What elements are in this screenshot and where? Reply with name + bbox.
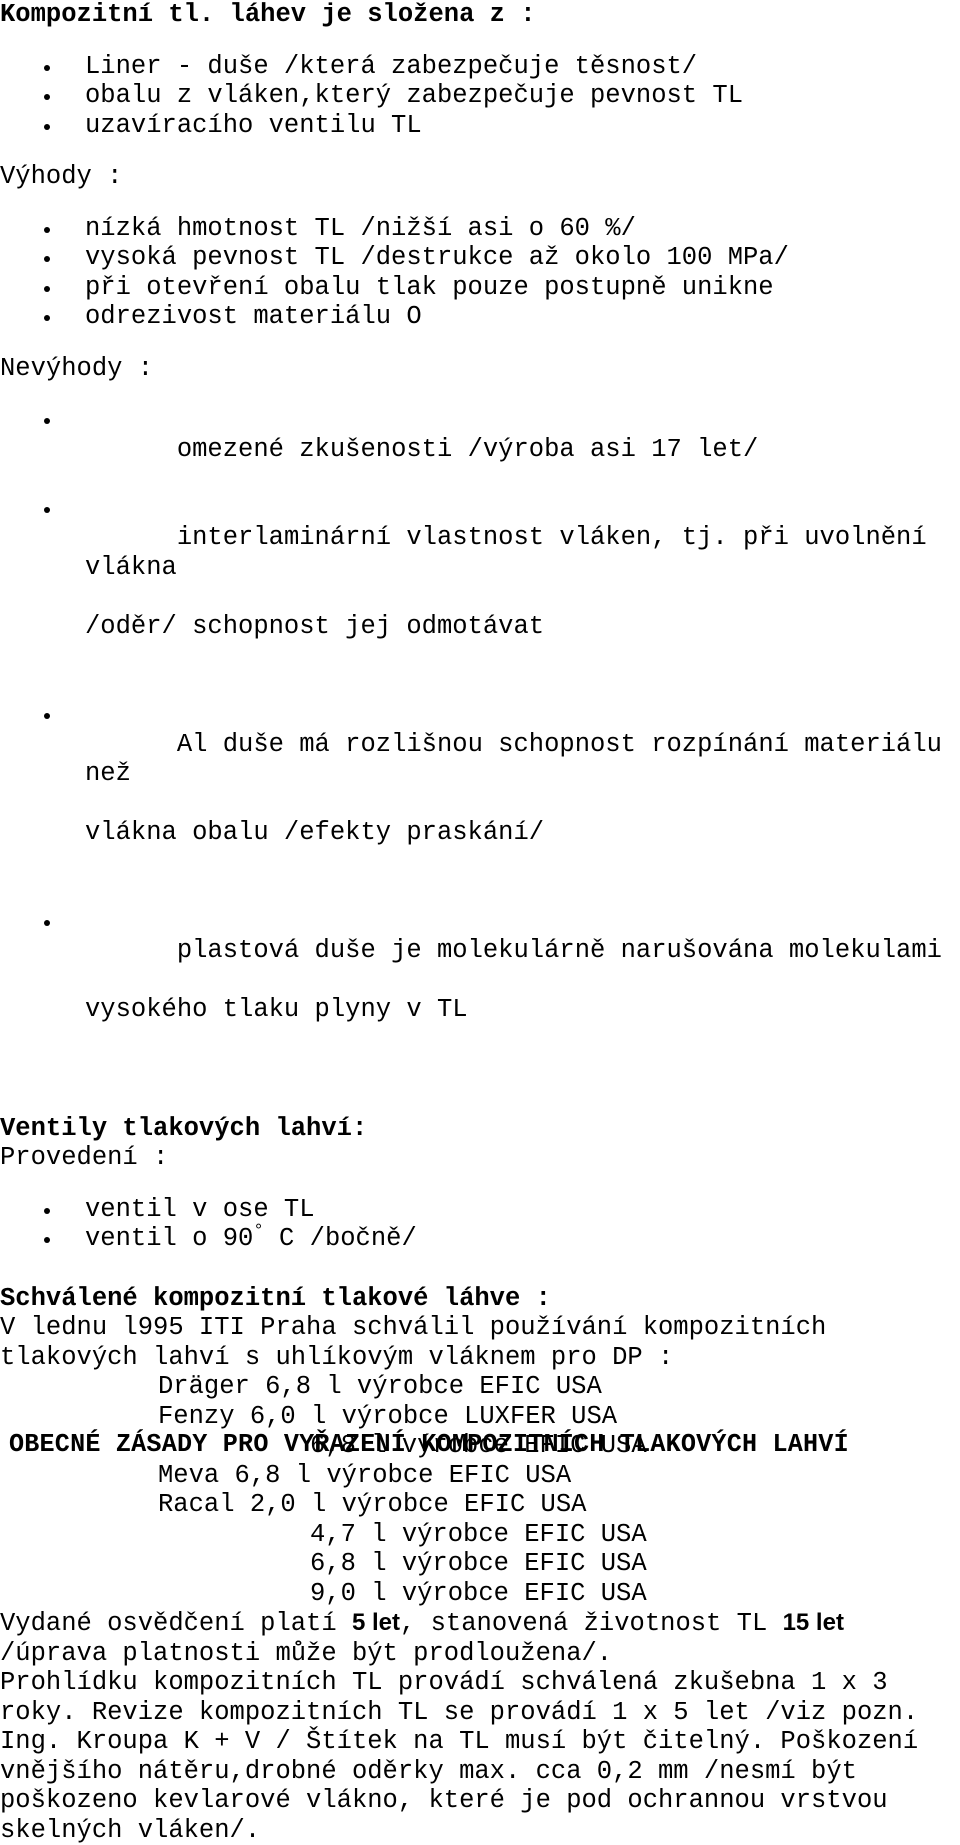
valves-heading: Ventily tlakových lahví: (0, 1114, 960, 1144)
list-item: vysoká pevnost TL /destrukce až okolo 10… (0, 243, 960, 273)
list-item-text: Liner - duše /která zabezpečuje těsnost/ (85, 52, 697, 81)
approved-heading: Schválené kompozitní tlakové láhve : (0, 1284, 960, 1314)
validity-line-3: Prohlídku kompozitních TL provádí schvál… (0, 1668, 960, 1698)
spacer (0, 1173, 960, 1195)
list-item: Al duše má rozlišnou schopnost rozpínání… (0, 700, 960, 907)
spacer (0, 192, 960, 214)
advantages-list: nízká hmotnost TL /nižší asi o 60 %/ vys… (0, 214, 960, 332)
list-item: plastová duše je molekulárně narušována … (0, 907, 960, 1084)
table-row: 9,0 l výrobce EFIC USA (0, 1579, 960, 1609)
advantages-heading: Výhody : (0, 162, 960, 192)
list-item-text-cont: /oděr/ schopnost jej odmotávat (85, 612, 960, 642)
bottle-entry: Meva 6,8 l výrobce EFIC USA (0, 1461, 571, 1490)
approved-intro-line-2: tlakových lahví s uhlíkovým vláknem pro … (0, 1343, 960, 1373)
spacer (0, 30, 960, 52)
list-item-text: Al duše má rozlišnou schopnost rozpínání… (85, 730, 957, 789)
bottle-entry: Fenzy 6,0 l výrobce LUXFER USA (0, 1402, 617, 1431)
validity-line-1: Vydané osvědčení platí 5 let, stanovená … (0, 1608, 960, 1639)
list-item: Liner - duše /která zabezpečuje těsnost/ (0, 52, 960, 82)
validity-line-8: skelných vláken/. (0, 1816, 960, 1845)
list-item-text: obalu z vláken,který zabezpečuje pevnost… (85, 81, 743, 110)
list-item-text: nízká hmotnost TL /nižší asi o 60 %/ (85, 214, 636, 243)
spacer (0, 1254, 960, 1284)
approved-intro-line-1: V lednu l995 ITI Praha schválil používán… (0, 1313, 960, 1343)
spacer (0, 1084, 960, 1114)
table-row: Fenzy 6,0 l výrobce LUXFER USA (0, 1402, 960, 1432)
validity-line-5: Ing. Kroupa K + V / Štítek na TL musí bý… (0, 1727, 960, 1757)
list-item-text: plastová duše je molekulárně narušována … (177, 936, 942, 965)
degree-symbol: ° (253, 1223, 263, 1242)
validity-line-6: vnějšího nátěru,drobné oděrky max. cca 0… (0, 1757, 960, 1787)
table-row: Dräger 6,8 l výrobce EFIC USA (0, 1372, 960, 1402)
list-item-text-cont: vlákna obalu /efekty praskání/ (85, 818, 960, 848)
document-page: Kompozitní tl. láhev je složena z : Line… (0, 0, 960, 1463)
list-item-text: ventil o 90° C /bočně/ (85, 1224, 417, 1253)
bottle-entry: 9,0 l výrobce EFIC USA (0, 1579, 647, 1608)
table-row: Racal 2,0 l výrobce EFIC USA (0, 1490, 960, 1520)
list-item-text: interlaminární vlastnost vláken, tj. při… (85, 523, 942, 582)
table-row: Meva 6,8 l výrobce EFIC USA (0, 1461, 960, 1491)
list-item: při otevření obalu tlak pouze postupně u… (0, 273, 960, 303)
bottle-entry: Racal 2,0 l výrobce EFIC USA (0, 1490, 586, 1519)
bottle-entry: 4,7 l výrobce EFIC USA (0, 1520, 647, 1549)
list-item-text: odrezivost materiálu O (85, 302, 422, 331)
validity-text-b: , stanovená životnost TL (400, 1609, 783, 1638)
list-item-text: vysoká pevnost TL /destrukce až okolo 10… (85, 243, 789, 272)
validity-line-4: roky. Revize kompozitních TL se provádí … (0, 1698, 960, 1728)
validity-line-7: poškozeno kevlarové vlákno, které je pod… (0, 1786, 960, 1816)
final-section-heading: OBECNÉ ZÁSADY PRO VYŘAZENÍ KOMPOZITNÍCH … (9, 1430, 849, 1459)
validity-paragraph: Vydané osvědčení platí 5 let, stanovená … (0, 1608, 960, 1845)
disadvantages-heading: Nevýhody : (0, 354, 960, 384)
list-item: odrezivost materiálu O (0, 302, 960, 332)
bottle-entry: Dräger 6,8 l výrobce EFIC USA (0, 1372, 602, 1401)
list-item: ventil v ose TL (0, 1195, 960, 1225)
valve-degree-prefix: ventil o 90 (85, 1224, 253, 1253)
valves-subheading: Provedení : (0, 1143, 960, 1173)
list-item: omezené zkušenosti /výroba asi 17 let/ (0, 405, 960, 494)
valves-list: ventil v ose TL ventil o 90° C /bočně/ (0, 1195, 960, 1254)
validity-line-2: /úprava platnosti může být prodloužena/. (0, 1639, 960, 1669)
spacer (0, 140, 960, 162)
list-item: ventil o 90° C /bočně/ (0, 1224, 960, 1254)
approved-bottle-table: Dräger 6,8 l výrobce EFIC USA Fenzy 6,0 … (0, 1372, 960, 1608)
list-item-text: při otevření obalu tlak pouze postupně u… (85, 273, 774, 302)
table-row: 6,8 l výrobce EFIC USA (0, 1549, 960, 1579)
spacer (0, 332, 960, 354)
disadvantages-list: omezené zkušenosti /výroba asi 17 let/ i… (0, 405, 960, 1084)
list-item: nízká hmotnost TL /nižší asi o 60 %/ (0, 214, 960, 244)
list-item-text: omezené zkušenosti /výroba asi 17 let/ (177, 435, 759, 464)
bottle-entry: 6,8 l výrobce EFIC USA (0, 1549, 647, 1578)
validity-bold-5-let: 5 let (352, 1609, 400, 1636)
validity-text-a: Vydané osvědčení platí (0, 1609, 352, 1638)
list-item-text: ventil v ose TL (85, 1195, 315, 1224)
composition-list: Liner - duše /která zabezpečuje těsnost/… (0, 52, 960, 141)
list-item: interlaminární vlastnost vláken, tj. při… (0, 494, 960, 701)
validity-bold-15-let: 15 let (783, 1609, 844, 1636)
list-item: uzavíracího ventilu TL (0, 111, 960, 141)
composition-heading: Kompozitní tl. láhev je složena z : (0, 0, 960, 30)
spacer (0, 383, 960, 405)
list-item-text-cont: vysokého tlaku plyny v TL (85, 995, 960, 1025)
list-item: obalu z vláken,který zabezpečuje pevnost… (0, 81, 960, 111)
list-item-text: uzavíracího ventilu TL (85, 111, 422, 140)
valve-degree-suffix: C /bočně/ (264, 1224, 417, 1253)
table-row: 4,7 l výrobce EFIC USA (0, 1520, 960, 1550)
